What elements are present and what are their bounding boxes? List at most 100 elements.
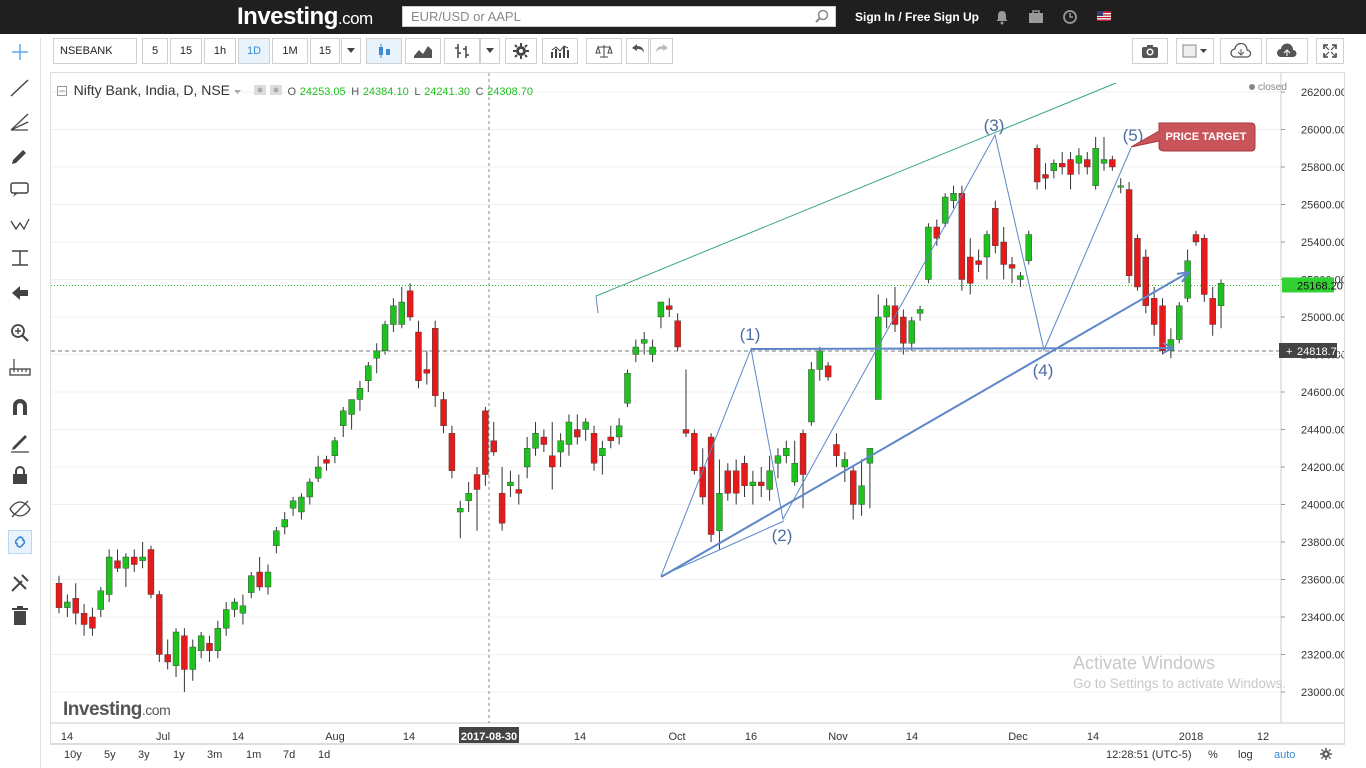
gear-icon[interactable] bbox=[1320, 748, 1332, 760]
back-arrow-icon[interactable] bbox=[8, 281, 32, 305]
candle-body bbox=[381, 324, 389, 351]
measure-tool-icon[interactable] bbox=[8, 246, 32, 270]
candle-body bbox=[950, 193, 957, 201]
candle bbox=[549, 422, 556, 490]
interval-dropdown-button[interactable] bbox=[341, 38, 361, 64]
trash-icon[interactable] bbox=[8, 604, 32, 628]
candle bbox=[1167, 328, 1175, 359]
range-10y[interactable]: 10y bbox=[64, 749, 82, 761]
chevron-down-icon[interactable] bbox=[233, 90, 241, 95]
candle-body bbox=[156, 594, 163, 655]
candle-body bbox=[565, 421, 573, 445]
candle bbox=[649, 339, 656, 362]
brush-tool-icon[interactable] bbox=[8, 144, 32, 168]
candle bbox=[992, 200, 999, 254]
candle-body bbox=[549, 455, 556, 468]
range-1y[interactable]: 1y bbox=[173, 749, 185, 761]
symbol-input[interactable]: NSEBANK bbox=[53, 38, 137, 64]
candle bbox=[398, 287, 405, 329]
chart-type-dropdown[interactable] bbox=[480, 38, 500, 64]
interval-15-alt-button[interactable]: 15 bbox=[310, 38, 340, 64]
fib-tool-icon[interactable] bbox=[8, 110, 32, 134]
candles-chart-button[interactable] bbox=[366, 38, 402, 64]
search-input[interactable]: EUR/USD or AAPL bbox=[402, 6, 836, 27]
clock-icon[interactable] bbox=[1062, 9, 1078, 25]
area-chart-button[interactable] bbox=[405, 38, 441, 64]
candle bbox=[306, 478, 314, 505]
bars-chart-button[interactable] bbox=[444, 38, 480, 64]
interval-1m-button[interactable]: 1M bbox=[272, 38, 308, 64]
log-toggle[interactable]: log bbox=[1238, 749, 1253, 761]
candle-body bbox=[774, 455, 782, 464]
save-chart-button[interactable] bbox=[1266, 38, 1308, 64]
crosshair-plus-icon: + bbox=[1286, 346, 1292, 358]
zoom-icon[interactable] bbox=[8, 321, 32, 345]
user-drawings[interactable]: (1)(2)(3)(4)(5) PRICE TARGET bbox=[595, 82, 1256, 578]
bell-icon[interactable] bbox=[994, 9, 1010, 25]
auto-toggle[interactable]: auto bbox=[1274, 749, 1295, 761]
load-chart-button[interactable] bbox=[1220, 38, 1262, 64]
candle-body bbox=[967, 256, 974, 284]
investing-logo[interactable]: Investing.com bbox=[237, 3, 373, 31]
crosshair-tool-icon[interactable] bbox=[8, 40, 32, 64]
eye-icon[interactable] bbox=[254, 85, 267, 95]
us-flag-icon[interactable] bbox=[1097, 11, 1111, 21]
candle-body bbox=[557, 440, 564, 453]
interval-1d-button[interactable]: 1D bbox=[238, 38, 270, 64]
interval-15-button[interactable]: 15 bbox=[170, 38, 202, 64]
snapshot-button[interactable] bbox=[1132, 38, 1168, 64]
collapse-legend-icon[interactable] bbox=[57, 86, 67, 96]
settings-small-icon[interactable] bbox=[269, 85, 282, 95]
range-3m[interactable]: 3m bbox=[207, 749, 222, 761]
text-note-tool-icon[interactable] bbox=[8, 178, 32, 202]
range-7d[interactable]: 7d bbox=[283, 749, 295, 761]
range-1m[interactable]: 1m bbox=[246, 749, 261, 761]
support-trend-line bbox=[660, 271, 1190, 578]
candle bbox=[540, 429, 548, 452]
candle-body bbox=[289, 500, 297, 509]
candle bbox=[432, 320, 439, 407]
crosshair-date-text: 2017-08-30 bbox=[461, 731, 517, 743]
undo-button[interactable] bbox=[626, 38, 649, 64]
stay-drawing-icon[interactable] bbox=[8, 430, 32, 454]
signin-link[interactable]: Sign In / Free Sign Up bbox=[855, 10, 979, 24]
last-price-text: 25168.20 bbox=[1297, 280, 1343, 292]
tools-settings-icon[interactable] bbox=[8, 571, 32, 595]
trend-line-tool-icon[interactable] bbox=[8, 76, 32, 100]
hide-drawings-icon[interactable] bbox=[8, 497, 32, 521]
redo-button[interactable] bbox=[650, 38, 673, 64]
portfolio-icon[interactable] bbox=[1028, 9, 1044, 25]
ruler-icon[interactable] bbox=[8, 355, 32, 379]
symbol-title[interactable]: Nifty Bank, India, D, NSE bbox=[74, 82, 230, 98]
range-1d[interactable]: 1d bbox=[318, 749, 330, 761]
sync-drawings-icon[interactable] bbox=[8, 530, 32, 554]
search-icon[interactable] bbox=[815, 9, 829, 23]
candle-body bbox=[122, 556, 130, 569]
magnet-icon[interactable] bbox=[8, 395, 32, 419]
candle-body bbox=[131, 556, 138, 565]
range-3y[interactable]: 3y bbox=[138, 749, 150, 761]
interval-1h-button[interactable]: 1h bbox=[204, 38, 236, 64]
candle-body bbox=[1109, 159, 1116, 168]
fullscreen-button[interactable] bbox=[1316, 38, 1344, 64]
candle bbox=[156, 590, 163, 662]
candle-body bbox=[590, 433, 598, 464]
settings-button[interactable] bbox=[505, 38, 537, 64]
candle-body bbox=[1033, 148, 1041, 183]
candle-body bbox=[273, 530, 280, 546]
compare-button[interactable] bbox=[586, 38, 622, 64]
candle-body bbox=[900, 316, 907, 344]
percent-toggle[interactable]: % bbox=[1208, 749, 1218, 761]
interval-5-button[interactable]: 5 bbox=[142, 38, 168, 64]
candle-body bbox=[523, 448, 531, 468]
price-chart[interactable]: (1)(2)(3)(4)(5) PRICE TARGET 26200.002600… bbox=[51, 73, 1344, 743]
chart-area[interactable]: (1) (2) (3) (4) (5) PRICE TARGET 26200.00 2600… bbox=[50, 72, 1345, 744]
low-label: L bbox=[414, 86, 421, 98]
layout-dropdown-button[interactable] bbox=[1176, 38, 1214, 64]
candle bbox=[615, 418, 623, 445]
range-5y[interactable]: 5y bbox=[104, 749, 116, 761]
indicators-button[interactable] bbox=[542, 38, 578, 64]
elliott-wave-tool-icon[interactable] bbox=[8, 213, 32, 237]
price-tick-label: 24000.00 bbox=[1301, 500, 1344, 512]
lock-icon[interactable] bbox=[8, 463, 32, 487]
